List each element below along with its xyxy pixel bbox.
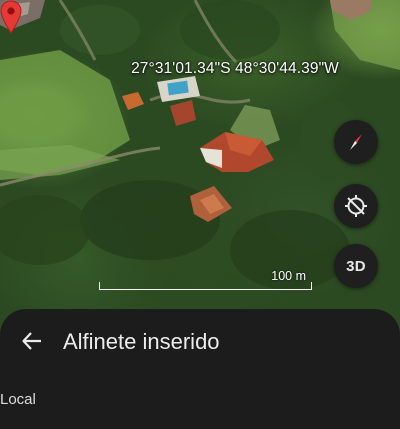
location-target-icon: [345, 195, 367, 217]
map-pin-icon[interactable]: [0, 0, 22, 34]
scale-line: [99, 282, 312, 290]
3d-view-button[interactable]: 3D: [334, 244, 378, 288]
bottom-sheet[interactable]: Alfinete inserido Local: [0, 309, 400, 429]
coordinates-label: 27°31'01.34"S 48°30'44.39"W: [131, 60, 339, 77]
sheet-title: Alfinete inserido: [63, 329, 220, 354]
scale-label: 100 m: [271, 269, 306, 283]
back-arrow-icon: [22, 332, 41, 350]
my-location-button[interactable]: [334, 184, 378, 228]
compass-button[interactable]: [334, 120, 378, 164]
map-scale-bar: 100 m: [99, 268, 312, 290]
back-button[interactable]: [18, 327, 46, 355]
compass-icon: [350, 134, 362, 150]
3d-label: 3D: [346, 257, 366, 275]
